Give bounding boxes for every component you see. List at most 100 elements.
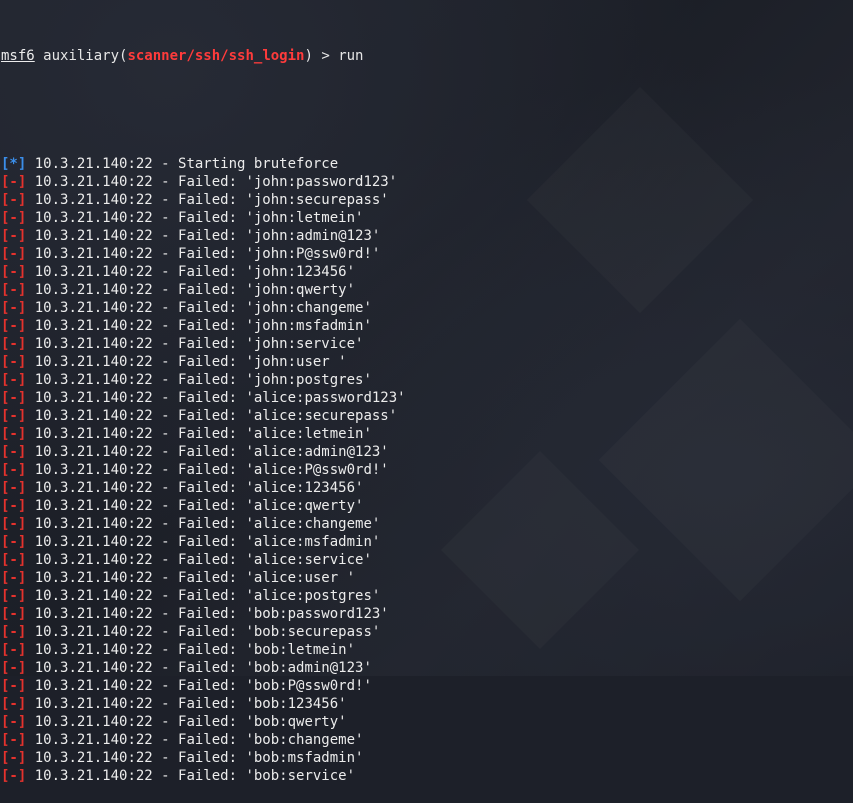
output-line: [-] 10.3.21.140:22 - Failed: 'alice:secu… [1,407,853,425]
output-line: [-] 10.3.21.140:22 - Failed: 'alice:letm… [1,425,853,443]
status-fail-tag: [-] [1,174,27,190]
status-fail-tag: [-] [1,444,27,460]
output-message: 10.3.21.140:22 - Failed: 'alice:password… [26,390,406,406]
output-message: 10.3.21.140:22 - Failed: 'bob:service' [26,768,356,784]
output-message: 10.3.21.140:22 - Failed: 'alice:postgres… [26,588,381,604]
command-prompt-line: msf6 auxiliary(scanner/ssh/ssh_login) > … [1,47,853,65]
output-message: 10.3.21.140:22 - Failed: 'john:postgres' [26,372,372,388]
status-fail-tag: [-] [1,426,27,442]
output-line: [-] 10.3.21.140:22 - Failed: 'alice:P@ss… [1,461,853,479]
status-info-tag: [*] [1,156,27,172]
status-fail-tag: [-] [1,246,27,262]
output-line: [-] 10.3.21.140:22 - Failed: 'john:P@ssw… [1,245,853,263]
status-fail-tag: [-] [1,210,27,226]
output-line: [-] 10.3.21.140:22 - Failed: 'john:postg… [1,371,853,389]
output-line: [-] 10.3.21.140:22 - Failed: 'john:qwert… [1,281,853,299]
status-fail-tag: [-] [1,318,27,334]
output-message: 10.3.21.140:22 - Failed: 'alice:qwerty' [26,498,364,514]
output-message: 10.3.21.140:22 - Failed: 'john:letmein' [26,210,364,226]
output-line: [-] 10.3.21.140:22 - Failed: 'john:secur… [1,191,853,209]
output-message: 10.3.21.140:22 - Failed: 'alice:123456' [26,480,364,496]
status-fail-tag: [-] [1,732,27,748]
output-line: [-] 10.3.21.140:22 - Failed: 'bob:servic… [1,767,853,785]
output-message: 10.3.21.140:22 - Failed: 'alice:admin@12… [26,444,389,460]
output-message: 10.3.21.140:22 - Failed: 'john:password1… [26,174,398,190]
output-message: 10.3.21.140:22 - Failed: 'john:P@ssw0rd!… [26,246,381,262]
output-message: 10.3.21.140:22 - Failed: 'john:service' [26,336,364,352]
output-line: [-] 10.3.21.140:22 - Failed: 'bob:secure… [1,623,853,641]
status-fail-tag: [-] [1,390,27,406]
output-message: 10.3.21.140:22 - Failed: 'bob:letmein' [26,642,356,658]
output-message: 10.3.21.140:22 - Failed: 'bob:123456' [26,696,347,712]
output-message: 10.3.21.140:22 - Failed: 'bob:password12… [26,606,389,622]
status-fail-tag: [-] [1,624,27,640]
output-message: 10.3.21.140:22 - Failed: 'john:qwerty' [26,282,356,298]
output-line: [-] 10.3.21.140:22 - Failed: 'alice:msfa… [1,533,853,551]
output-message: 10.3.21.140:22 - Failed: 'bob:changeme' [26,732,364,748]
status-fail-tag: [-] [1,264,27,280]
output-message: 10.3.21.140:22 - Failed: 'john:123456' [26,264,356,280]
output-message: 10.3.21.140:22 - Failed: 'bob:P@ssw0rd!' [26,678,372,694]
output-message: 10.3.21.140:22 - Failed: 'john:user ' [26,354,347,370]
status-fail-tag: [-] [1,678,27,694]
output-message: 10.3.21.140:22 - Failed: 'john:admin@123… [26,228,381,244]
output-line: [-] 10.3.21.140:22 - Failed: 'john:letme… [1,209,853,227]
output-message: 10.3.21.140:22 - Failed: 'bob:admin@123' [26,660,372,676]
output-message: 10.3.21.140:22 - Failed: 'alice:P@ssw0rd… [26,462,389,478]
output-line: [-] 10.3.21.140:22 - Failed: 'john:servi… [1,335,853,353]
status-fail-tag: [-] [1,300,27,316]
output-message: 10.3.21.140:22 - Failed: 'john:msfadmin' [26,318,372,334]
status-fail-tag: [-] [1,408,27,424]
output-line: [-] 10.3.21.140:22 - Failed: 'alice:qwer… [1,497,853,515]
prompt-module-type: auxiliary [43,48,120,64]
status-fail-tag: [-] [1,336,27,352]
output-line: [-] 10.3.21.140:22 - Failed: 'alice:user… [1,569,853,587]
status-fail-tag: [-] [1,588,27,604]
output-line: [-] 10.3.21.140:22 - Failed: 'bob:123456… [1,695,853,713]
status-fail-tag: [-] [1,192,27,208]
output-line: [-] 10.3.21.140:22 - Failed: 'alice:pass… [1,389,853,407]
output-line: [-] 10.3.21.140:22 - Failed: 'john:12345… [1,263,853,281]
output-line: [-] 10.3.21.140:22 - Failed: 'bob:letmei… [1,641,853,659]
output-line: [-] 10.3.21.140:22 - Failed: 'alice:admi… [1,443,853,461]
output-line: [-] 10.3.21.140:22 - Failed: 'bob:change… [1,731,853,749]
output-message: 10.3.21.140:22 - Failed: 'bob:msfadmin' [26,750,364,766]
output-line: [*] 10.3.21.140:22 - Starting bruteforce [1,155,853,173]
status-fail-tag: [-] [1,570,27,586]
status-fail-tag: [-] [1,282,27,298]
status-fail-tag: [-] [1,516,27,532]
status-fail-tag: [-] [1,534,27,550]
status-fail-tag: [-] [1,480,27,496]
status-fail-tag: [-] [1,228,27,244]
entered-command: run [338,48,364,64]
output-line: [-] 10.3.21.140:22 - Failed: 'john:chang… [1,299,853,317]
output-line: [-] 10.3.21.140:22 - Failed: 'alice:chan… [1,515,853,533]
output-message: 10.3.21.140:22 - Failed: 'alice:letmein' [26,426,372,442]
terminal-window[interactable]: msf6 auxiliary(scanner/ssh/ssh_login) > … [0,0,853,803]
output-line: [-] 10.3.21.140:22 - Failed: 'bob:P@ssw0… [1,677,853,695]
output-message: 10.3.21.140:22 - Failed: 'alice:securepa… [26,408,398,424]
prompt-close-paren: ) [304,48,313,64]
command-output: [*] 10.3.21.140:22 - Starting bruteforce… [1,155,853,785]
output-line: [-] 10.3.21.140:22 - Failed: 'alice:1234… [1,479,853,497]
status-fail-tag: [-] [1,552,27,568]
prompt-module-path: scanner/ssh/ssh_login [127,48,305,64]
output-message: 10.3.21.140:22 - Failed: 'bob:qwerty' [26,714,347,730]
status-fail-tag: [-] [1,606,27,622]
status-fail-tag: [-] [1,642,27,658]
output-message: 10.3.21.140:22 - Failed: 'alice:service' [26,552,372,568]
status-fail-tag: [-] [1,354,27,370]
prompt-console-name: msf6 [1,48,35,64]
output-line: [-] 10.3.21.140:22 - Failed: 'bob:admin@… [1,659,853,677]
output-line: [-] 10.3.21.140:22 - Failed: 'john:passw… [1,173,853,191]
output-line: [-] 10.3.21.140:22 - Failed: 'bob:qwerty… [1,713,853,731]
output-line: [-] 10.3.21.140:22 - Failed: 'bob:passwo… [1,605,853,623]
output-message: 10.3.21.140:22 - Failed: 'alice:changeme… [26,516,381,532]
prompt-arrow: > [312,48,339,64]
status-fail-tag: [-] [1,750,27,766]
output-line: [-] 10.3.21.140:22 - Failed: 'john:msfad… [1,317,853,335]
output-line: [-] 10.3.21.140:22 - Failed: 'alice:serv… [1,551,853,569]
status-fail-tag: [-] [1,696,27,712]
status-fail-tag: [-] [1,372,27,388]
status-fail-tag: [-] [1,660,27,676]
